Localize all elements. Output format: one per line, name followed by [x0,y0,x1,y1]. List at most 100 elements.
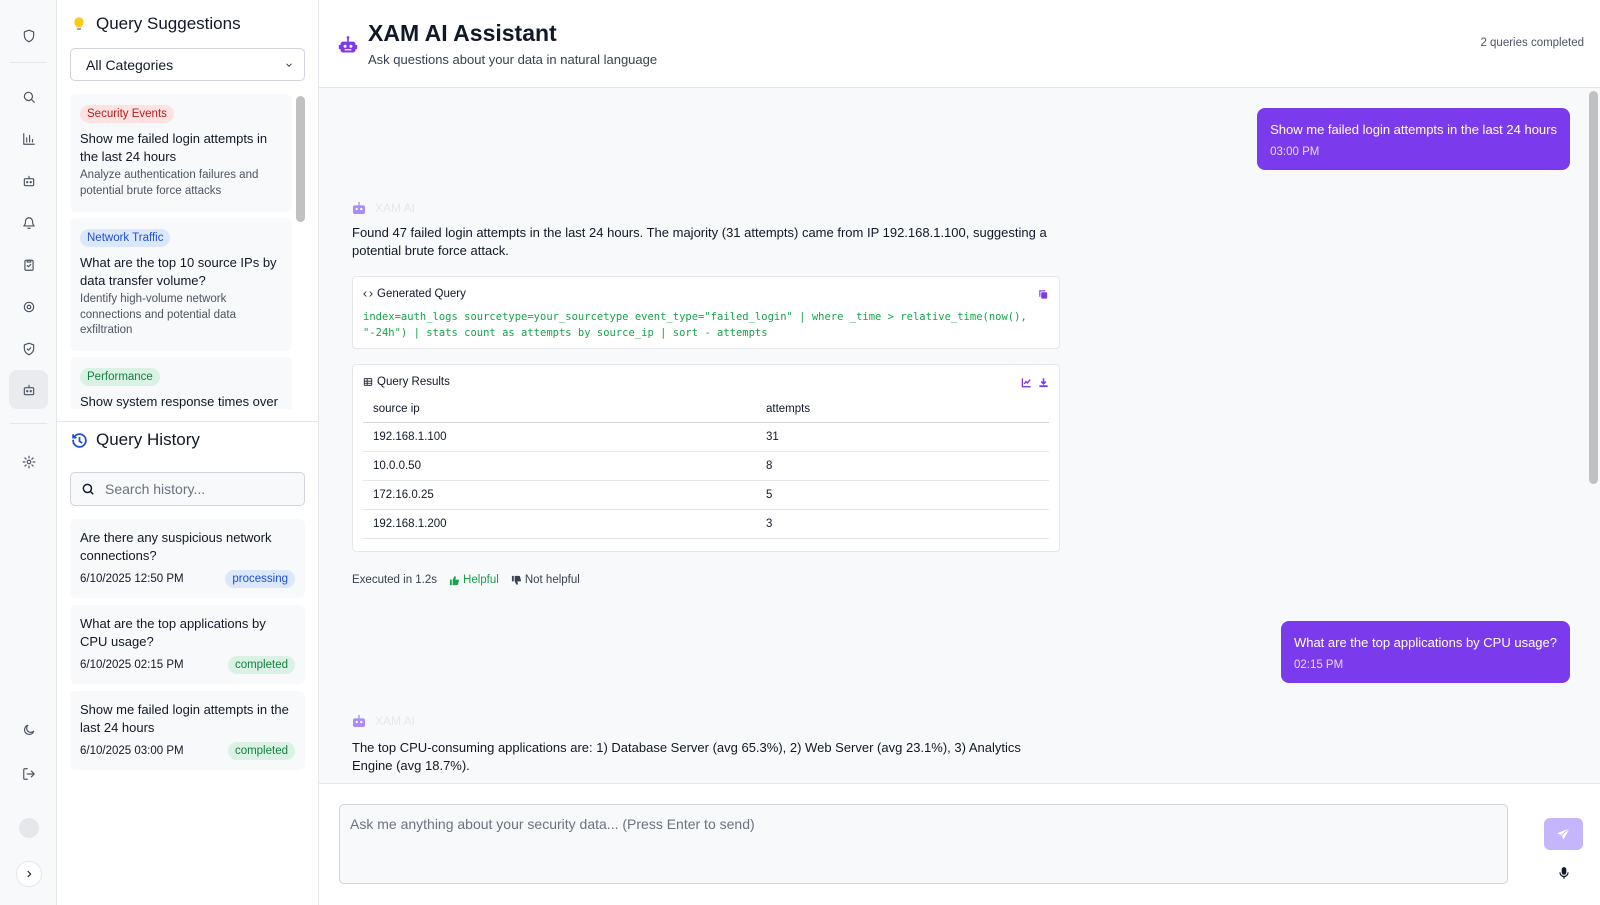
category-badge: Performance [80,368,160,386]
query-results-label: Query Results [377,376,450,388]
table-cell: 192.168.1.100 [363,422,756,452]
history-query: What are the top applications by CPU usa… [80,616,266,649]
code-icon [363,291,373,297]
avatar[interactable] [19,818,39,838]
table-icon [363,378,373,386]
column-header: attempts [756,398,1049,423]
microphone-icon [1558,867,1569,879]
history-item[interactable]: Are there any suspicious network connect… [70,519,305,598]
user-message: What are the top applications by CPU usa… [1280,621,1570,683]
ai-message-text: The top CPU-consuming applications are: … [352,740,1021,773]
status-badge: processing [225,570,295,588]
robot-icon [338,36,358,53]
chart-icon[interactable] [1021,377,1032,388]
thumbs-up-icon [449,575,459,585]
bell-icon[interactable] [9,203,48,242]
chat-header: XAM AI Assistant Ask questions about you… [319,0,1600,88]
download-icon[interactable] [1038,377,1049,388]
user-message-text: Show me failed login attempts in the las… [1270,122,1557,137]
suggestion-card[interactable]: Network Traffic What are the top 10 sour… [70,218,292,351]
ai-assistant-robot-icon[interactable] [9,370,48,409]
suggestions-title-text: Query Suggestions [96,14,241,33]
rail-divider [10,423,47,424]
history-item[interactable]: Show me failed login attempts in the las… [70,691,305,770]
table-cell: 10.0.0.50 [363,451,756,481]
table-cell: 31 [756,422,1049,452]
history-search-input[interactable]: Search history... [70,472,305,506]
scrollbar-thumb[interactable] [1589,91,1598,484]
category-select[interactable]: All Categories [70,48,305,81]
category-badge: Security Events [80,105,174,123]
logout-icon[interactable] [9,754,48,793]
copy-icon[interactable] [1038,289,1049,300]
ai-message-header: XAM AI [351,200,415,216]
suggestion-list[interactable]: Security Events Show me failed login att… [70,94,308,409]
generated-query-box: Generated Query index=auth_logs sourcety… [352,276,1060,349]
generated-query-label: Generated Query [377,288,466,300]
execution-time: Executed in 1.2s [352,574,438,586]
microphone-button[interactable] [1544,857,1583,889]
page-title: XAM AI Assistant [368,20,557,46]
suggestion-query: Show me failed login attempts in the las… [80,131,268,164]
suggestions-title: Query Suggestions [70,14,241,34]
suggestion-card[interactable]: Security Events Show me failed login att… [70,94,292,212]
table-row: 192.168.1.200 3 [363,509,1049,539]
suggestion-query: Show system response times over [80,394,278,409]
message-time: 02:15 PM [1293,659,1344,671]
gear-icon[interactable] [9,287,48,326]
helpful-button[interactable]: Helpful [449,574,499,586]
bar-chart-icon[interactable] [9,119,48,158]
chevron-right-icon[interactable] [16,861,42,887]
rail-divider [10,62,47,63]
history-time: 6/10/2025 03:00 PM [80,745,184,757]
query-count: 2 queries completed [1480,37,1584,49]
column-header: source ip [363,398,756,423]
ai-message-header: XAM AI [351,713,415,729]
suggestion-card[interactable]: Performance Show system response times o… [70,357,292,409]
robot-icon[interactable] [9,161,48,200]
status-badge: completed [227,742,295,760]
history-item[interactable]: What are the top applications by CPU usa… [70,605,305,684]
table-cell: 3 [756,509,1049,539]
ai-name: XAM AI [375,714,416,728]
category-select-value: All Categories [86,56,174,73]
scrollbar-thumb[interactable] [296,96,305,222]
chat-log[interactable]: Show me failed login attempts in the las… [319,89,1600,783]
not-helpful-label: Not helpful [524,574,580,586]
history-title: Query History [70,430,200,450]
suggestion-description: Identify high-volume network connections… [80,293,237,336]
composer: Ask me anything about your security data… [319,783,1600,905]
send-button[interactable] [1544,818,1583,850]
history-time: 6/10/2025 12:50 PM [80,573,184,585]
results-table: source ip attempts 192.168.1.100 31 10.0… [363,398,1049,539]
history-time: 6/10/2025 02:15 PM [80,659,184,671]
suggestion-query: What are the top 10 source IPs by data t… [80,255,277,288]
history-title-text: Query History [96,430,200,449]
robot-icon [353,202,365,214]
category-badge: Network Traffic [80,229,171,247]
shield-check-icon[interactable] [9,329,48,368]
side-panel: Query Suggestions All Categories Securit… [57,0,319,905]
chevron-down-icon [286,62,292,67]
suggestion-description: Analyze authentication failures and pote… [80,169,259,197]
table-cell: 172.16.0.25 [363,480,756,510]
search-icon[interactable] [9,77,48,116]
chat-main: XAM AI Assistant Ask questions about you… [319,0,1600,905]
send-icon [1557,827,1571,839]
settings-icon[interactable] [9,442,48,481]
table-row: 10.0.0.50 8 [363,451,1049,481]
not-helpful-button[interactable]: Not helpful [511,574,580,586]
generated-query-code: index=auth_logs sourcetype=your_sourcety… [363,311,1027,339]
message-input[interactable]: Ask me anything about your security data… [339,804,1508,884]
ai-message-text: Found 47 failed login attempts in the la… [352,225,1047,258]
query-results-title: Query Results [363,376,450,388]
moon-icon[interactable] [9,710,48,749]
shield-icon[interactable] [9,16,48,55]
search-icon [82,483,94,495]
clipboard-icon[interactable] [9,245,48,284]
helpful-label: Helpful [463,574,499,586]
message-input-placeholder: Ask me anything about your security data… [350,816,755,832]
robot-icon [353,715,365,727]
query-results-box: Query Results source ip attempts 192.168… [352,364,1060,552]
ai-name: XAM AI [375,201,416,215]
